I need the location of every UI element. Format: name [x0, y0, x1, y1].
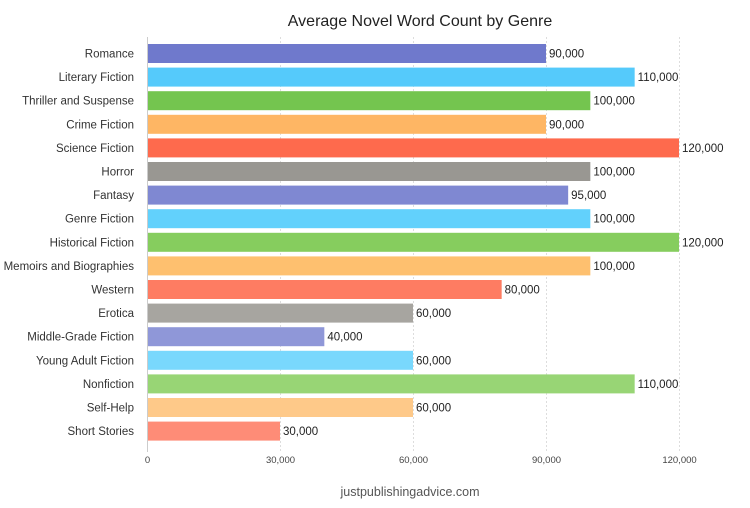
category-label: Short Stories — [68, 426, 135, 438]
x-tick-label: 30,000 — [266, 455, 295, 466]
value-label: 120,000 — [682, 143, 724, 155]
category-label: Fantasy — [93, 190, 134, 202]
bar — [148, 280, 502, 299]
bar — [148, 185, 569, 205]
bar — [148, 209, 591, 229]
bar — [148, 162, 591, 181]
value-label: 40,000 — [327, 332, 362, 344]
value-label: 95,000 — [571, 190, 606, 202]
bar — [148, 114, 546, 134]
category-label: Literary Fiction — [59, 72, 134, 84]
value-label: 90,000 — [549, 119, 584, 131]
x-tick-label: 90,000 — [532, 455, 561, 466]
category-label: Self-Help — [87, 403, 134, 415]
source-credit: justpublishingadvice.com — [340, 485, 480, 499]
category-label: Romance — [85, 49, 134, 61]
x-tick-label: 0 — [145, 455, 150, 466]
x-tick-label: 60,000 — [399, 455, 428, 466]
x-tick-label: 120,000 — [662, 455, 696, 466]
category-label: Crime Fiction — [66, 119, 134, 131]
category-label: Young Adult Fiction — [36, 355, 134, 367]
bar — [148, 256, 591, 276]
category-labels: Romance Literary Fiction Thriller and Susp… — [4, 49, 135, 439]
value-label: 100,000 — [593, 96, 635, 108]
bar — [148, 327, 325, 347]
category-label: Erotica — [98, 308, 134, 320]
category-label: Horror — [101, 167, 134, 179]
bar — [148, 374, 635, 394]
category-label: Historical Fiction — [50, 237, 134, 249]
value-label: 30,000 — [283, 426, 318, 438]
value-label: 120,000 — [682, 237, 724, 249]
bar — [148, 350, 413, 370]
value-label: 90,000 — [549, 49, 584, 61]
bar — [148, 421, 280, 441]
value-label: 60,000 — [416, 308, 451, 320]
value-label: 110,000 — [638, 72, 679, 84]
bar — [148, 138, 679, 158]
category-label: Nonfiction — [83, 379, 134, 391]
value-label: 60,000 — [416, 355, 451, 367]
bar — [148, 398, 413, 417]
category-label: Memoirs and Biographies — [4, 261, 135, 273]
category-label: Genre Fiction — [65, 214, 134, 226]
value-label: 100,000 — [593, 167, 635, 179]
category-label: Science Fiction — [56, 143, 134, 155]
bar — [148, 91, 591, 111]
bar — [148, 67, 635, 87]
chart-title: Average Novel Word Count by Genre — [288, 13, 553, 30]
bar — [148, 44, 546, 63]
bar — [148, 232, 679, 252]
value-label: 80,000 — [505, 285, 540, 297]
category-label: Middle-Grade Fiction — [27, 332, 134, 344]
bar-chart: Average Novel Word Count by Genre Romanc… — [4, 13, 724, 499]
category-label: Thriller and Suspense — [22, 96, 134, 108]
value-label: 110,000 — [638, 379, 679, 391]
value-label: 100,000 — [593, 261, 635, 273]
value-label: 100,000 — [593, 214, 635, 226]
bar — [148, 303, 413, 323]
value-label: 60,000 — [416, 403, 451, 415]
category-label: Western — [91, 285, 134, 297]
x-axis-ticks: 0 30,000 60,000 90,000 120,000 — [145, 455, 697, 466]
